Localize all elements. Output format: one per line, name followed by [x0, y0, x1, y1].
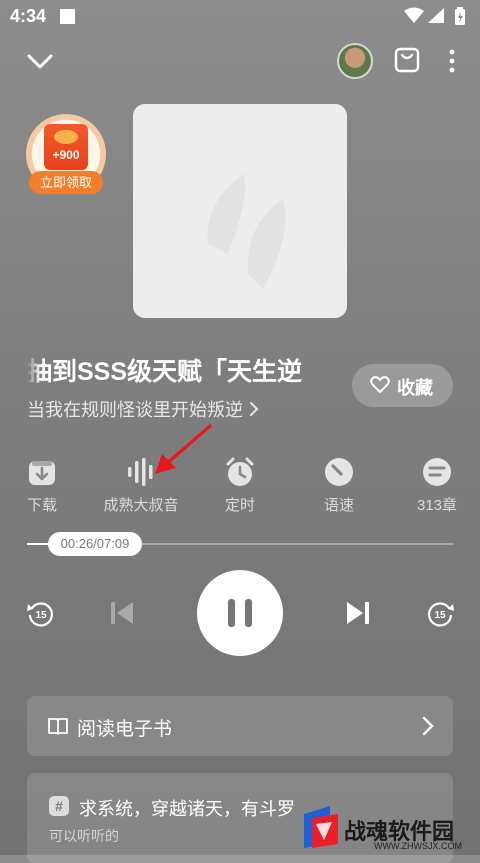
pause-button[interactable] — [197, 570, 283, 656]
shopping-bag-icon[interactable] — [393, 46, 421, 74]
reward-amount: +900 — [52, 148, 80, 162]
previous-chapter-icon[interactable] — [108, 600, 136, 626]
rewind-15-icon[interactable]: 15 — [26, 599, 56, 629]
forward-15-icon[interactable]: 15 — [425, 599, 455, 629]
status-time: 4:34 — [10, 6, 47, 26]
status-icons — [404, 7, 465, 25]
chapters-action[interactable]: 313章 — [392, 456, 480, 520]
user-avatar[interactable] — [337, 43, 373, 79]
action-label: 313章 — [416, 497, 458, 514]
chapter-list-icon — [423, 458, 451, 486]
annotation-arrow-icon — [155, 424, 212, 474]
pause-icon — [228, 599, 235, 627]
hashtag-icon: # — [49, 796, 69, 816]
alarm-icon — [226, 457, 254, 486]
signal-icon — [428, 8, 444, 23]
coin-card-icon: +900 — [44, 124, 88, 170]
book-title: 抽到SSS级天赋「天生逆 — [27, 358, 303, 386]
read-ebook-button[interactable]: 阅读电子书 — [27, 696, 453, 756]
watermark-logo: 战魂软件园 WWW.ZHWSJX.COM — [292, 798, 480, 855]
status-bar: 4:34 — [0, 0, 480, 34]
action-label: 成熟大叔音 — [103, 497, 179, 514]
book-cover — [133, 104, 347, 318]
speed-action[interactable]: 语速 — [294, 456, 384, 520]
notification-icon — [60, 9, 75, 24]
recommendation-subtitle: 可以听听的 — [49, 828, 119, 844]
action-label: 语速 — [323, 497, 354, 514]
collapse-chevron-icon[interactable] — [26, 50, 54, 74]
chevron-right-icon — [422, 716, 434, 736]
coin-icon — [54, 130, 78, 144]
favorite-button[interactable]: 收藏 — [352, 364, 453, 407]
action-label: 定时 — [224, 497, 255, 514]
speed-gauge-icon — [325, 458, 353, 486]
cover-placeholder-logo — [207, 174, 286, 289]
open-book-icon — [48, 718, 68, 735]
wifi-icon — [404, 7, 424, 23]
rewind-seconds: 15 — [35, 610, 47, 621]
chevron-right-icon — [250, 402, 259, 416]
read-ebook-label: 阅读电子书 — [77, 719, 173, 740]
more-options-icon[interactable] — [442, 48, 462, 74]
download-icon — [29, 461, 55, 485]
forward-seconds: 15 — [434, 610, 446, 621]
next-chapter-icon[interactable] — [344, 600, 372, 626]
recommendation-title: 求系统，穿越诸天，有斗罗 — [79, 799, 295, 819]
claim-reward-button[interactable]: 立即领取 — [29, 171, 103, 194]
book-subtitle: 当我在规则怪谈里开始叛逆 — [27, 400, 248, 420]
favorite-label: 收藏 — [397, 378, 433, 398]
heart-icon — [370, 376, 390, 393]
action-label: 下载 — [26, 497, 57, 514]
watermark-emblem-icon — [304, 806, 338, 848]
watermark-url: WWW.ZHWSJX.COM — [374, 841, 462, 851]
download-action[interactable]: 下载 — [0, 456, 87, 520]
progress-time-thumb[interactable]: 00:26/07:09 — [48, 532, 142, 556]
book-subtitle-link[interactable]: 当我在规则怪谈里开始叛逆 — [27, 396, 260, 422]
